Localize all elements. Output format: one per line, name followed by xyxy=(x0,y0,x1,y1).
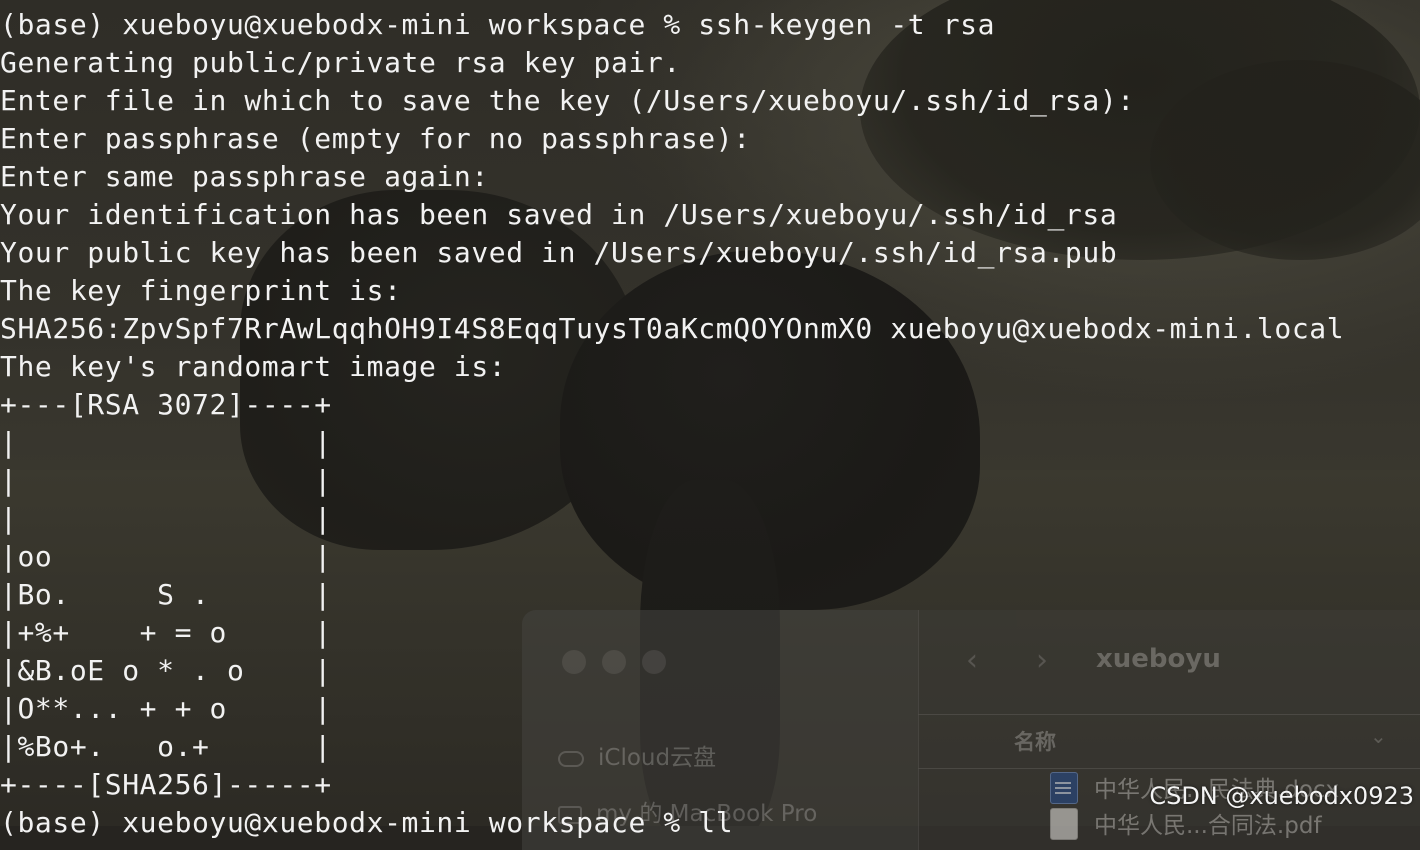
terminal-line: (base) xueboyu@xuebodx-mini workspace % … xyxy=(0,8,996,41)
terminal-line: | | xyxy=(0,502,332,535)
terminal-line: The key's randomart image is: xyxy=(0,350,507,383)
terminal-line: |%Bo+. o.+ | xyxy=(0,730,332,763)
terminal-line: Generating public/private rsa key pair. xyxy=(0,46,681,79)
terminal-line: Your public key has been saved in /Users… xyxy=(0,236,1118,269)
terminal-line: Enter passphrase (empty for no passphras… xyxy=(0,122,751,155)
terminal-line: +----[SHA256]-----+ xyxy=(0,768,332,801)
terminal-line: |oo | xyxy=(0,540,332,573)
terminal-line: |Bo. S . | xyxy=(0,578,332,611)
terminal-line: +---[RSA 3072]----+ xyxy=(0,388,332,421)
terminal-line: Enter same passphrase again: xyxy=(0,160,489,193)
terminal-prompt-line[interactable]: (base) xueboyu@xuebodx-mini workspace % … xyxy=(0,804,733,842)
terminal-line: Enter file in which to save the key (/Us… xyxy=(0,84,1135,117)
terminal-line: |+%+ + = o | xyxy=(0,616,332,649)
terminal-line: |O**... + + o | xyxy=(0,692,332,725)
terminal-line: SHA256:ZpvSpf7RrAwLqqhOH9I4S8EqqTuysT0aK… xyxy=(0,312,1345,345)
terminal-line: Your identification has been saved in /U… xyxy=(0,198,1118,231)
terminal-line: | | xyxy=(0,464,332,497)
terminal-output[interactable]: (base) xueboyu@xuebodx-mini workspace % … xyxy=(0,0,1420,839)
csdn-watermark: CSDN @xuebodx0923 xyxy=(1149,782,1414,810)
terminal-line: |&B.oE o * . o | xyxy=(0,654,332,687)
terminal-line: | | xyxy=(0,426,332,459)
terminal-line: The key fingerprint is: xyxy=(0,274,402,307)
